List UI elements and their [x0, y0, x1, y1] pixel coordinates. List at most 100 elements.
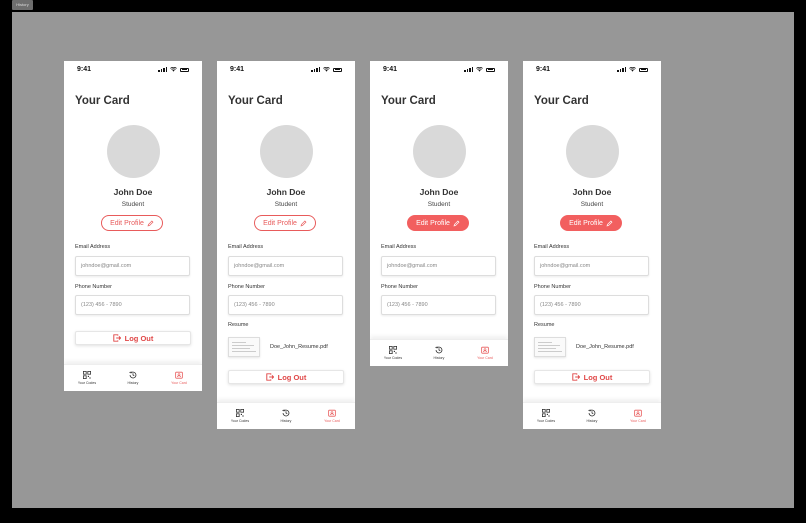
qr-code-icon: [542, 409, 550, 417]
edit-profile-button[interactable]: Edit Profile: [407, 215, 469, 231]
signal-icon: [311, 67, 320, 72]
avatar[interactable]: [107, 125, 160, 178]
id-card-icon: [175, 371, 183, 379]
page-title: Your Card: [228, 95, 283, 107]
nav-label: History: [433, 356, 445, 360]
user-role: Student: [274, 201, 298, 208]
email-label: Email Address: [534, 244, 570, 250]
nav-item-your-codes[interactable]: Your Codes: [217, 403, 263, 429]
status-time: 9:41: [230, 66, 245, 73]
nav-item-history[interactable]: History: [263, 403, 309, 429]
artboard-tab-label[interactable]: History: [12, 0, 33, 10]
signal-icon: [464, 67, 473, 72]
phone-label: Phone Number: [534, 284, 571, 290]
user-name: John Doe: [572, 187, 612, 197]
user-name: John Doe: [266, 187, 306, 197]
phone-screen-1: 9:41 Your Card John Doe Student Edit Pro…: [64, 61, 202, 391]
history-icon: [129, 371, 137, 379]
user-name: John Doe: [113, 187, 153, 197]
nav-label: History: [586, 419, 598, 423]
wifi-icon: [170, 67, 177, 72]
qr-code-icon: [389, 346, 397, 354]
logout-icon: [112, 334, 121, 342]
resume-filename: Doe_John_Resume.pdf: [576, 344, 634, 350]
phone-screen-2: 9:41 Your Card John Doe Student Edit Pro…: [217, 61, 355, 429]
battery-icon: [639, 67, 648, 72]
logout-button[interactable]: Log Out: [534, 370, 650, 384]
nav-item-your-codes[interactable]: Your Codes: [523, 403, 569, 429]
nav-item-your-card[interactable]: Your Card: [309, 403, 355, 429]
edit-profile-label: Edit Profile: [263, 219, 297, 227]
id-card-icon: [481, 346, 489, 354]
nav-label: Your Card: [630, 419, 646, 423]
page-title: Your Card: [75, 95, 130, 107]
email-field[interactable]: johndoe@gmail.com: [534, 256, 649, 276]
nav-item-your-card[interactable]: Your Card: [615, 403, 661, 429]
page-title: Your Card: [534, 95, 589, 107]
id-card-icon: [328, 409, 336, 417]
history-icon: [588, 409, 596, 417]
logout-label: Log Out: [583, 372, 613, 382]
phone-field[interactable]: (123) 456 - 7890: [228, 295, 343, 315]
logout-icon: [265, 373, 274, 381]
logout-button[interactable]: Log Out: [75, 331, 191, 345]
bottom-nav: Your Codes History Your Card: [523, 402, 661, 429]
email-field[interactable]: johndoe@gmail.com: [381, 256, 496, 276]
status-bar: 9:41: [77, 66, 189, 74]
pencil-icon: [147, 220, 154, 226]
phone-label: Phone Number: [75, 284, 112, 290]
phone-label: Phone Number: [228, 284, 265, 290]
logout-icon: [571, 373, 580, 381]
nav-label: History: [127, 381, 139, 385]
status-time: 9:41: [536, 66, 551, 73]
phone-field[interactable]: (123) 456 - 7890: [75, 295, 190, 315]
email-label: Email Address: [75, 244, 111, 250]
battery-icon: [180, 67, 189, 72]
wifi-icon: [629, 67, 636, 72]
email-field[interactable]: johndoe@gmail.com: [228, 256, 343, 276]
edit-profile-label: Edit Profile: [110, 219, 144, 227]
nav-item-your-codes[interactable]: Your Codes: [64, 365, 110, 391]
nav-item-your-card[interactable]: Your Card: [462, 340, 508, 366]
qr-code-icon: [83, 371, 91, 379]
nav-label: Your Codes: [536, 419, 556, 423]
edit-profile-button[interactable]: Edit Profile: [254, 215, 316, 231]
nav-item-history[interactable]: History: [110, 365, 156, 391]
user-role: Student: [580, 201, 604, 208]
resume-label: Resume: [534, 322, 555, 328]
nav-label: Your Card: [477, 356, 493, 360]
bottom-nav: Your Codes History Your Card: [64, 364, 202, 391]
edit-profile-button[interactable]: Edit Profile: [101, 215, 163, 231]
resume-attachment[interactable]: Doe_John_Resume.pdf: [228, 337, 346, 357]
bottom-nav: Your Codes History Your Card: [217, 402, 355, 429]
resume-attachment[interactable]: Doe_John_Resume.pdf: [534, 337, 652, 357]
nav-label: Your Card: [324, 419, 340, 423]
avatar[interactable]: [260, 125, 313, 178]
nav-item-your-card[interactable]: Your Card: [156, 365, 202, 391]
nav-item-history[interactable]: History: [569, 403, 615, 429]
status-time: 9:41: [383, 66, 398, 73]
email-field[interactable]: johndoe@gmail.com: [75, 256, 190, 276]
avatar[interactable]: [413, 125, 466, 178]
pencil-icon: [606, 220, 613, 226]
battery-icon: [333, 67, 342, 72]
phone-screen-3: 9:41 Your Card John Doe Student Edit Pro…: [370, 61, 508, 366]
phone-label: Phone Number: [381, 284, 418, 290]
nav-item-your-codes[interactable]: Your Codes: [370, 340, 416, 366]
signal-icon: [617, 67, 626, 72]
history-icon: [435, 346, 443, 354]
phone-field[interactable]: (123) 456 - 7890: [534, 295, 649, 315]
wifi-icon: [476, 67, 483, 72]
logout-button[interactable]: Log Out: [228, 370, 344, 384]
wifi-icon: [323, 67, 330, 72]
logout-label: Log Out: [124, 333, 154, 343]
email-label: Email Address: [381, 244, 417, 250]
edit-profile-button[interactable]: Edit Profile: [560, 215, 622, 231]
pencil-icon: [453, 220, 460, 226]
status-time: 9:41: [77, 66, 92, 73]
nav-item-history[interactable]: History: [416, 340, 462, 366]
phone-field[interactable]: (123) 456 - 7890: [381, 295, 496, 315]
status-bar: 9:41: [383, 66, 495, 74]
user-role: Student: [427, 201, 451, 208]
avatar[interactable]: [566, 125, 619, 178]
